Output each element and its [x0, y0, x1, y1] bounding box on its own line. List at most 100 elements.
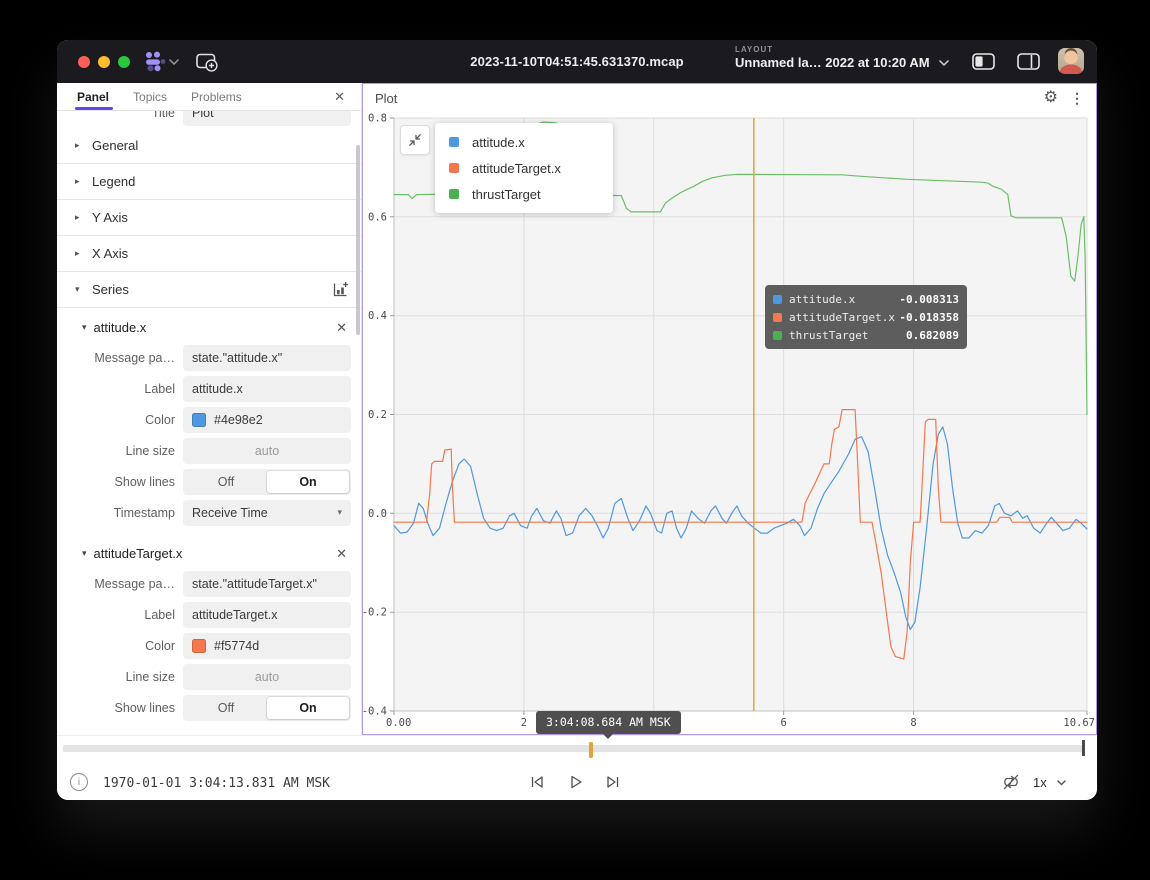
chevron-right-icon: ▸	[75, 248, 88, 259]
seek-end-button[interactable]	[603, 772, 623, 792]
chevron-down-icon: ▾	[82, 322, 87, 333]
message-path-input[interactable]: state."attitudeTarget.x"	[183, 571, 351, 597]
line-size-label: Line size	[57, 670, 183, 684]
label-input[interactable]: attitude.x	[183, 376, 351, 402]
color-field-label: Color	[57, 639, 183, 653]
zoom-window-button[interactable]	[118, 56, 130, 68]
legend-item-thrust-target[interactable]: thrustTarget	[435, 181, 613, 207]
series-color-swatch	[449, 189, 459, 199]
svg-text:-0.4: -0.4	[363, 706, 387, 718]
app-menu-chevron-down-icon[interactable]	[169, 59, 179, 65]
message-path-input[interactable]: state."attitude.x"	[183, 345, 351, 371]
svg-text:0.6: 0.6	[368, 211, 387, 223]
section-x-axis[interactable]: ▸ X Axis	[57, 236, 361, 272]
series-group-header[interactable]: ▾ attitude.x ✕	[57, 312, 361, 342]
section-series[interactable]: ▾ Series	[57, 272, 361, 308]
scrollbar[interactable]	[356, 145, 360, 335]
show-lines-toggle: Off On	[183, 469, 351, 495]
scrubber-time-tooltip: 3:04:08.684 AM MSK	[536, 711, 681, 734]
series-color-swatch	[773, 295, 782, 304]
message-path-label: Message pa…	[57, 351, 183, 365]
svg-text:0.4: 0.4	[368, 310, 387, 322]
timeline-scrubber[interactable]	[63, 745, 1085, 752]
right-sidebar-toggle-icon[interactable]	[1017, 53, 1040, 75]
chevron-down-icon: ▾	[337, 507, 342, 518]
svg-text:8: 8	[910, 717, 916, 729]
line-size-input[interactable]: auto	[183, 664, 351, 690]
label-field-label: Label	[57, 382, 183, 396]
svg-text:0.00: 0.00	[386, 717, 411, 729]
play-button[interactable]	[565, 772, 585, 792]
window-title: 2023-11-10T04:51:45.631370.mcap	[470, 54, 683, 69]
window-controls	[78, 56, 130, 68]
color-swatch[interactable]	[192, 639, 206, 653]
tab-topics[interactable]: Topics	[133, 90, 167, 104]
avatar[interactable]	[1058, 48, 1084, 74]
layout-label: LAYOUT	[735, 45, 949, 54]
settings-sidebar: Panel Topics Problems ✕ Title Plot ▸ Gen…	[57, 83, 362, 735]
layout-picker[interactable]: LAYOUT Unnamed la… 2022 at 10:20 AM	[735, 45, 949, 70]
color-swatch[interactable]	[192, 413, 206, 427]
remove-series-icon[interactable]: ✕	[336, 321, 347, 334]
playback-speed-select[interactable]: 1x	[1033, 775, 1066, 790]
label-input[interactable]: attitudeTarget.x	[183, 602, 351, 628]
svg-text:2: 2	[521, 717, 527, 729]
playhead-marker[interactable]	[589, 742, 593, 758]
setting-row-title-clipped: Title Plot	[57, 111, 361, 128]
legend-item-attitude-x[interactable]: attitude.x	[435, 129, 613, 155]
show-lines-off[interactable]: Off	[185, 471, 267, 493]
chevron-right-icon: ▸	[75, 212, 88, 223]
svg-text:-0.2: -0.2	[363, 607, 387, 619]
plot-panel[interactable]: Plot ⚙ ⋮ 0.80.60.40.20.0-0.2-0.40.002468…	[362, 83, 1097, 735]
collapse-legend-button[interactable]	[400, 125, 430, 155]
sidebar-tabbar: Panel Topics Problems ✕	[57, 83, 361, 111]
section-general[interactable]: ▸ General	[57, 128, 361, 164]
info-icon[interactable]: i	[70, 773, 88, 791]
add-panel-icon[interactable]	[196, 52, 219, 72]
left-sidebar-toggle-icon[interactable]	[972, 53, 995, 75]
series-color-swatch	[449, 137, 459, 147]
add-series-icon[interactable]	[332, 281, 349, 298]
timeline-end-marker	[1082, 740, 1085, 756]
series-group-header[interactable]: ▾ attitudeTarget.x ✕	[57, 538, 361, 568]
section-legend[interactable]: ▸ Legend	[57, 164, 361, 200]
show-lines-on[interactable]: On	[267, 697, 349, 719]
foxglove-logo-icon	[144, 51, 166, 72]
chevron-down-icon: ▾	[82, 548, 87, 559]
show-lines-on[interactable]: On	[267, 471, 349, 493]
tab-panel[interactable]: Panel	[77, 90, 109, 104]
speed-value: 1x	[1033, 775, 1047, 790]
show-lines-toggle: Off On	[183, 695, 351, 721]
section-y-axis[interactable]: ▸ Y Axis	[57, 200, 361, 236]
chevron-right-icon: ▸	[75, 176, 88, 187]
line-size-input[interactable]: auto	[183, 438, 351, 464]
svg-text:6: 6	[781, 717, 787, 729]
active-tab-underline	[75, 107, 113, 110]
desktop-background: 2023-11-10T04:51:45.631370.mcap LAYOUT U…	[0, 0, 1150, 880]
color-input[interactable]: #f5774d	[183, 633, 351, 659]
chevron-down-icon: ▾	[75, 284, 88, 295]
legend-item-attitude-target-x[interactable]: attitudeTarget.x	[435, 155, 613, 181]
remove-series-icon[interactable]: ✕	[336, 547, 347, 560]
app-window: 2023-11-10T04:51:45.631370.mcap LAYOUT U…	[57, 40, 1097, 800]
series-group-attitude-target-x: ▾ attitudeTarget.x ✕ Message pa… state."…	[57, 528, 361, 723]
timestamp-select[interactable]: Receive Time ▾	[183, 500, 351, 526]
chevron-right-icon: ▸	[75, 140, 88, 151]
close-window-button[interactable]	[78, 56, 90, 68]
tab-problems[interactable]: Problems	[191, 90, 242, 104]
show-lines-label: Show lines	[57, 475, 183, 489]
color-input[interactable]: #4e98e2	[183, 407, 351, 433]
chevron-down-icon	[939, 60, 949, 66]
show-lines-off[interactable]: Off	[185, 697, 267, 719]
series-group-attitude-x: ▾ attitude.x ✕ Message pa… state."attitu…	[57, 308, 361, 528]
playback-bar: i 1970-01-01 3:04:13.831 AM MSK	[57, 735, 1097, 800]
close-icon[interactable]: ✕	[334, 90, 345, 103]
tooltip-value: -0.018358	[899, 311, 959, 324]
seek-start-button[interactable]	[527, 772, 547, 792]
plot-tooltip: attitude.x -0.008313 attitudeTarget.x -0…	[765, 285, 967, 349]
title-input[interactable]: Plot	[183, 111, 351, 126]
svg-text:0.0: 0.0	[368, 508, 387, 520]
loop-off-icon[interactable]	[1001, 772, 1021, 797]
minimize-window-button[interactable]	[98, 56, 110, 68]
series-color-swatch	[773, 331, 782, 340]
